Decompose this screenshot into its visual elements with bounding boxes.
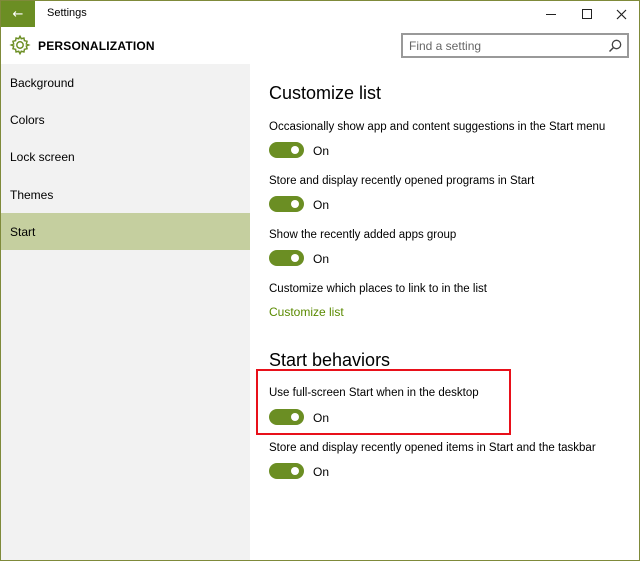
settings-window: ← Settings PERSONALIZATION Find a settin… (0, 0, 640, 561)
toggle-recent-items[interactable] (269, 463, 304, 479)
gear-icon (9, 34, 31, 56)
sidebar-item-label: Themes (10, 187, 54, 202)
back-arrow-icon: ← (12, 6, 24, 22)
toggle-knob (291, 413, 299, 421)
setting-label-recently-added: Show the recently added apps group (269, 229, 457, 241)
customize-list-link[interactable]: Customize list (269, 305, 344, 319)
sidebar-item-label: Start (10, 224, 36, 239)
search-input[interactable] (409, 38, 604, 54)
page-header: PERSONALIZATION (1, 27, 639, 64)
toggle-state-full-screen-start: On (313, 411, 330, 425)
title-bar: ← Settings (1, 1, 639, 27)
setting-label-recent-items: Store and display recently opened items … (269, 442, 596, 454)
sidebar-item-colors[interactable]: Colors (1, 101, 250, 138)
close-icon (616, 9, 626, 19)
search-box[interactable] (401, 33, 629, 58)
toggle-state-suggestions: On (313, 144, 330, 158)
sidebar-item-label: Colors (10, 112, 45, 127)
back-button[interactable]: ← (1, 1, 35, 27)
toggle-suggestions[interactable] (269, 142, 304, 158)
toggle-state-recent-items: On (313, 465, 330, 479)
maximize-icon (582, 9, 592, 19)
toggle-state-recently-added: On (313, 252, 330, 266)
toggle-knob (291, 254, 299, 262)
close-button[interactable] (601, 1, 639, 27)
sidebar-item-lock-screen[interactable]: Lock screen (1, 138, 250, 175)
sidebar-item-label: Lock screen (10, 149, 75, 164)
search-icon[interactable] (607, 38, 623, 54)
sidebar: Background Colors Lock screen Themes Sta… (1, 64, 250, 560)
toggle-recent-programs[interactable] (269, 196, 304, 212)
setting-label-recent-programs: Store and display recently opened progra… (269, 175, 535, 187)
setting-label-places: Customize which places to link to in the… (269, 283, 487, 295)
setting-label-full-screen-start: Use full-screen Start when in the deskto… (269, 387, 479, 399)
section-title-start-behaviors: Start behaviors (269, 350, 391, 370)
section-title-customize-list: Customize list (269, 83, 382, 103)
page-title: PERSONALIZATION (38, 39, 155, 53)
minimize-icon (546, 13, 556, 15)
setting-label-suggestions: Occasionally show app and content sugges… (269, 121, 606, 133)
toggle-knob (291, 200, 299, 208)
window-title: Settings (47, 7, 87, 19)
toggle-state-recent-programs: On (313, 198, 330, 212)
toggle-knob (291, 467, 299, 475)
minimize-button[interactable] (531, 1, 571, 27)
sidebar-item-background[interactable]: Background (1, 64, 250, 101)
toggle-knob (291, 146, 299, 154)
toggle-full-screen-start[interactable] (269, 409, 304, 425)
toggle-recently-added[interactable] (269, 250, 304, 266)
sidebar-item-label: Background (10, 75, 75, 90)
sidebar-item-start[interactable]: Start (1, 213, 250, 250)
sidebar-item-themes[interactable]: Themes (1, 176, 250, 213)
main-content: Customize list Occasionally show app and… (250, 64, 639, 560)
